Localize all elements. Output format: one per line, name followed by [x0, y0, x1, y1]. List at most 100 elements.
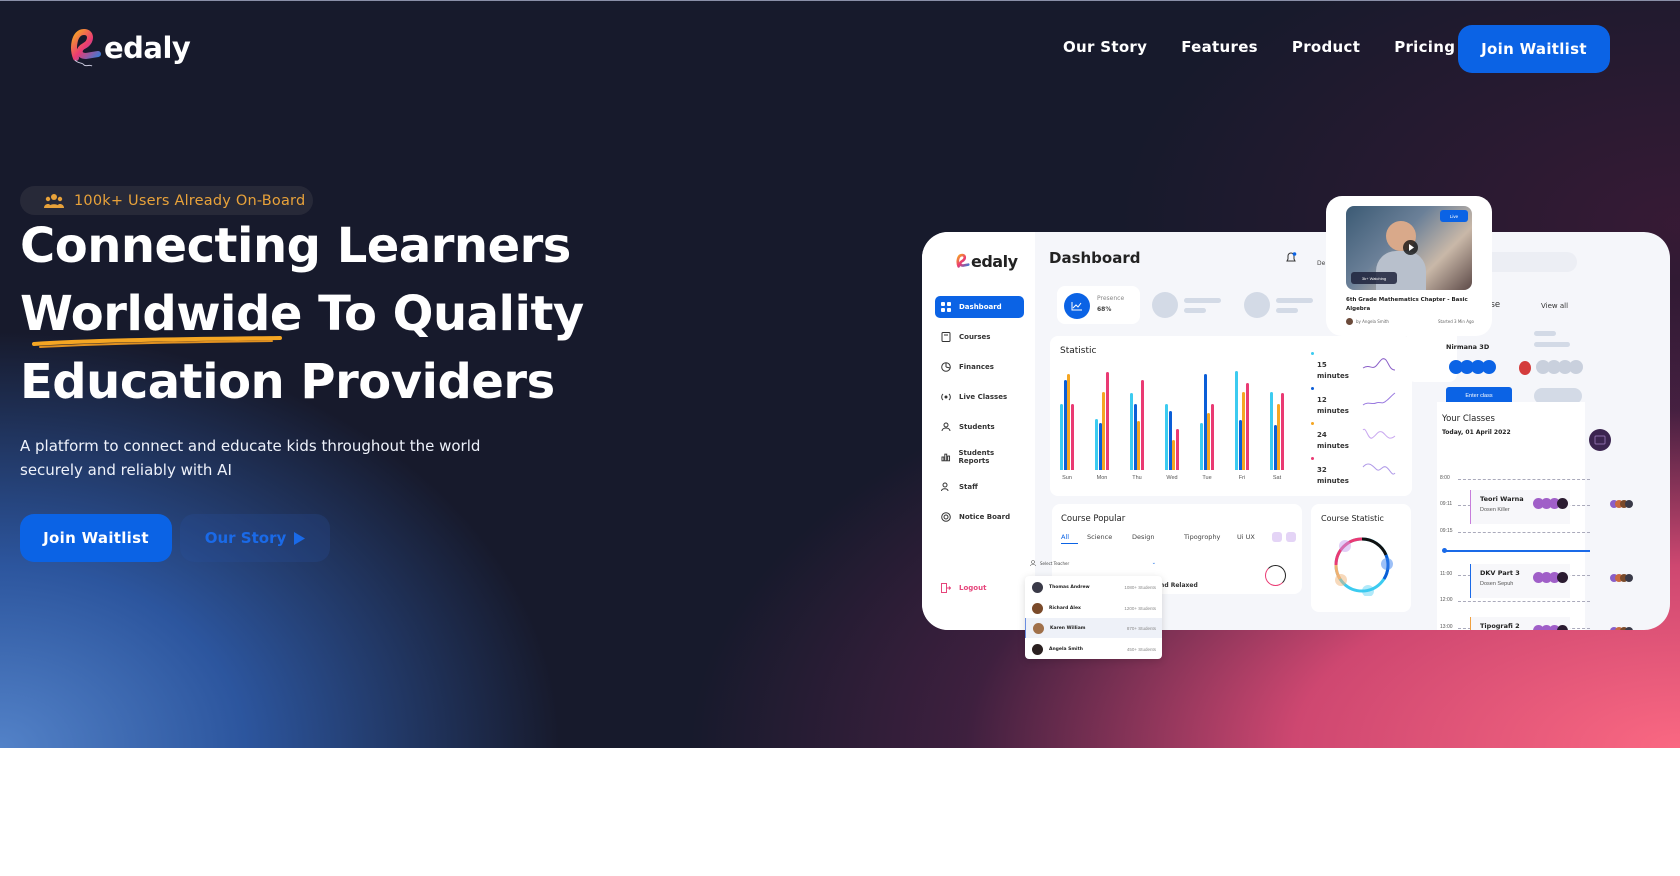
users-icon: [44, 193, 64, 208]
classes-date: Today, 01 April 2022: [1442, 429, 1511, 436]
sidebar-label: Live Classes: [959, 393, 1008, 401]
class-participants: [1533, 625, 1568, 630]
select-teacher-dropdown[interactable]: Select Teacher ⌄: [1025, 556, 1162, 570]
stat-bar: [1200, 423, 1203, 470]
day-label: Mon: [1096, 475, 1108, 481]
sidebar-label: Courses: [959, 333, 991, 341]
pie-icon: [941, 362, 951, 372]
sparkline: [1362, 358, 1396, 371]
progress-ring: [1265, 565, 1286, 586]
teacher-name: Angela Smith: [1049, 646, 1083, 652]
class-teacher: Dosen Sepuh: [1480, 581, 1514, 587]
class-name: Teori Warna: [1480, 495, 1524, 503]
statistic-card: Statistic Sun Mon Thu Wed Tue Fri Sat 15 minutes…: [1050, 336, 1412, 496]
stat-bar: [1242, 392, 1246, 470]
teacher-row[interactable]: Thomas Andrew 1080+ Students: [1025, 577, 1162, 597]
live-class-started: Started 3 Min Ago: [1438, 319, 1474, 324]
dashboard-logo: edaly: [956, 252, 1018, 271]
live-class-thumbnail: Live 3k+ Watching: [1346, 206, 1472, 290]
dashboard-title: Dashboard: [1049, 249, 1141, 267]
stat-bar: [1063, 380, 1067, 470]
time-label: 12:00: [1440, 597, 1453, 603]
sidebar-label: Dashboard: [959, 303, 1002, 311]
sidebar-item-students[interactable]: Students: [935, 416, 1024, 438]
course-item-title: and Relaxed: [1156, 582, 1198, 589]
sidebar-item-dashboard[interactable]: Dashboard: [935, 296, 1024, 318]
teacher-list: Thomas Andrew 1080+ Students Richard Ale…: [1025, 576, 1162, 659]
hero-join-waitlist-button[interactable]: Join Waitlist: [20, 514, 172, 562]
play-icon: [294, 531, 306, 545]
sparkline: [1362, 428, 1396, 439]
tab-tipogrophy[interactable]: Tipogrophy: [1184, 533, 1220, 541]
timeline-gridline: [1458, 601, 1590, 602]
tab-design[interactable]: Design: [1132, 533, 1154, 541]
class-participants: [1533, 572, 1568, 583]
sidebar-item-live-classes[interactable]: Live Classes: [935, 386, 1024, 408]
settings-icon[interactable]: [1272, 532, 1282, 542]
skeleton-participants: [1536, 360, 1583, 374]
dashboard-brand: edaly: [971, 252, 1018, 271]
bell-icon[interactable]: [1285, 252, 1297, 264]
tab-ui-ux[interactable]: Ui UX: [1237, 533, 1255, 541]
sidebar-item-finances[interactable]: Finances: [935, 356, 1024, 378]
skeleton-avatar: [1152, 292, 1178, 318]
nav-product[interactable]: Product: [1292, 38, 1360, 56]
stat-bar: [1245, 383, 1249, 470]
avatar: [1032, 643, 1043, 655]
skeleton-line: [1276, 298, 1313, 303]
skeleton-line: [1276, 308, 1298, 313]
sidebar-logout[interactable]: Logout: [935, 577, 1024, 599]
presenter-body: [1376, 251, 1426, 290]
live-class-card[interactable]: Live 3k+ Watching 6th Grade Mathematics …: [1326, 196, 1492, 336]
our-story-button[interactable]: Our Story: [180, 514, 330, 562]
day-label: Wed: [1166, 475, 1178, 481]
sidebar-item-students-reports[interactable]: Students Reports: [935, 446, 1024, 468]
logout-icon: [941, 583, 951, 593]
time-label: 09:15: [1440, 528, 1453, 534]
tab-indicator: [1061, 543, 1078, 544]
hero-subtext: A platform to connect and educate kids t…: [20, 437, 481, 479]
hero-section: edaly Our Story Features Product Pricing…: [0, 0, 1680, 748]
your-classes-title: Your Classes: [1442, 414, 1495, 424]
sidebar-item-staff[interactable]: Staff: [935, 476, 1024, 498]
nav-join-waitlist-button[interactable]: Join Waitlist: [1458, 25, 1610, 73]
edaly-logo-icon: [956, 253, 970, 268]
teacher-row[interactable]: Richard Alex 1200+ Students: [1025, 598, 1162, 618]
current-time-dot: [1442, 548, 1447, 553]
brand-logo[interactable]: edaly: [70, 28, 191, 68]
day-label: Sun: [1062, 475, 1072, 481]
users-badge-text: 100k+ Users Already On-Board: [74, 192, 306, 209]
sidebar-label: Notice Board: [959, 513, 1011, 521]
teacher-row[interactable]: Angela Smith 450+ Students: [1025, 639, 1162, 659]
calendar-button[interactable]: [1589, 429, 1611, 451]
filter-icon[interactable]: [1286, 532, 1296, 542]
legend-dot: [1311, 457, 1314, 460]
sidebar-item-courses[interactable]: Courses: [935, 326, 1024, 348]
play-button[interactable]: [1403, 240, 1418, 255]
dashboard-sidebar: edaly Dashboard Courses Finances Live Cl…: [922, 232, 1035, 630]
teacher-row-selected[interactable]: Karen William 870+ Students: [1025, 618, 1162, 638]
sidebar-item-notice-board[interactable]: Notice Board: [935, 506, 1024, 528]
legend-label: 15 minutes: [1317, 361, 1349, 380]
day-label: Tue: [1202, 475, 1212, 481]
student-avatars: [1610, 574, 1633, 582]
our-story-label: Our Story: [204, 529, 287, 547]
edaly-logo-icon: [71, 28, 101, 67]
sidebar-label: Staff: [959, 483, 978, 491]
view-all-link[interactable]: View all: [1541, 302, 1568, 310]
sidebar-label: Students Reports: [958, 449, 995, 465]
nav-features[interactable]: Features: [1181, 38, 1258, 56]
live-badge: Live: [1440, 210, 1468, 222]
broadcast-icon: [941, 393, 951, 401]
stat-bar: [1175, 429, 1179, 470]
course-popular-title: Course Popular: [1061, 514, 1126, 524]
report-icon: [941, 453, 951, 462]
students-icon: [941, 422, 951, 432]
nav-our-story[interactable]: Our Story: [1063, 38, 1147, 56]
stat-bar: [1207, 413, 1211, 470]
tab-science[interactable]: Science: [1087, 533, 1112, 541]
statistic-title: Statistic: [1060, 346, 1097, 356]
sparkline: [1362, 463, 1396, 475]
tab-all[interactable]: All: [1061, 533, 1069, 541]
nav-pricing[interactable]: Pricing: [1394, 38, 1455, 56]
